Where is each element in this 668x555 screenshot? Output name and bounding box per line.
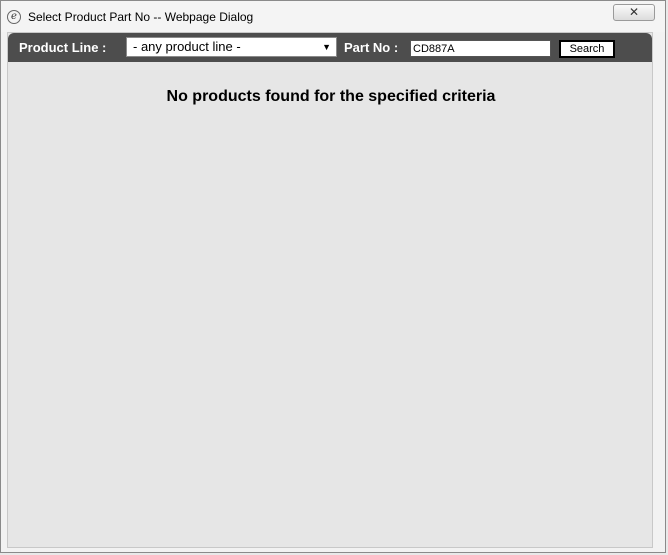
product-line-label: Product Line : [19,40,107,55]
search-button[interactable]: Search [559,40,615,58]
product-line-select[interactable]: - any product line - ▼ [126,37,337,57]
part-no-input[interactable] [410,40,551,57]
dialog-window: e Select Product Part No -- Webpage Dial… [0,0,666,553]
window-title: Select Product Part No -- Webpage Dialog [28,10,254,24]
product-line-selected-value: - any product line - [133,39,241,54]
dropdown-arrow-icon[interactable]: ▼ [322,38,331,56]
part-no-label: Part No : [344,40,399,55]
no-results-message: No products found for the specified crit… [166,88,496,105]
dialog-content: Product Line : - any product line - ▼ Pa… [7,32,653,548]
ie-page-icon: e [7,10,21,24]
title-bar[interactable]: e Select Product Part No -- Webpage Dial… [1,1,665,32]
close-button[interactable]: ✕ [613,4,655,21]
search-toolbar: Product Line : - any product line - ▼ Pa… [8,33,652,62]
